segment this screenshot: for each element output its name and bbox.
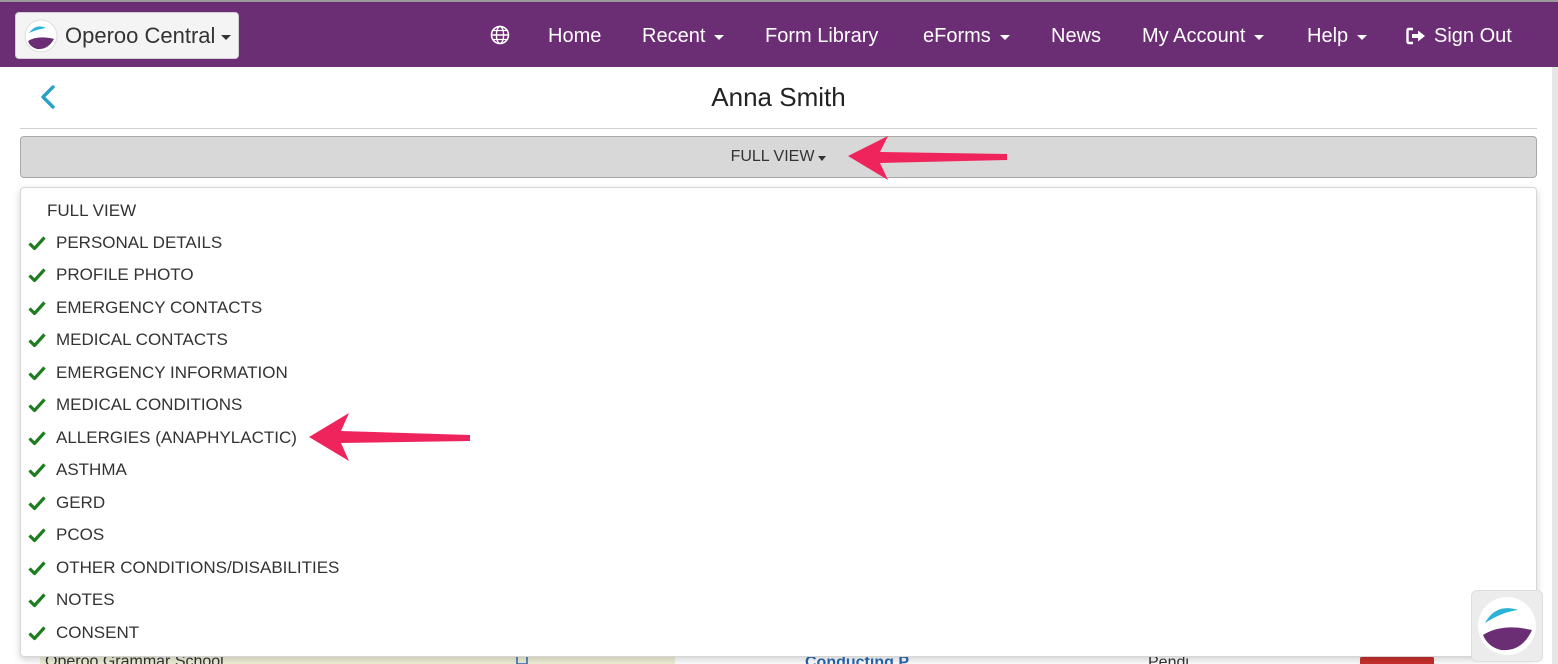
menu-item-label: MEDICAL CONTACTS <box>56 330 228 349</box>
nav-help[interactable]: Help <box>1307 22 1368 50</box>
check-icon <box>28 561 46 576</box>
nav-home[interactable]: Home <box>548 22 601 50</box>
menu-item-pcos[interactable]: PCOS <box>21 520 1536 550</box>
menu-item-allergies[interactable]: ALLERGIES (ANAPHYLACTIC) <box>21 423 1536 453</box>
nav-help-label: Help <box>1307 24 1349 47</box>
nav-news[interactable]: News <box>1051 22 1101 50</box>
nav-form-library-label: Form Library <box>765 24 879 47</box>
menu-item-label: PERSONAL DETAILS <box>56 233 223 252</box>
menu-item-label: NOTES <box>56 590 115 609</box>
menu-item-label: MEDICAL CONDITIONS <box>56 395 243 414</box>
check-icon <box>28 301 46 316</box>
check-icon <box>28 431 46 446</box>
brand-label: Operoo Central <box>65 22 216 48</box>
page-title: Anna Smith <box>711 82 846 112</box>
menu-item-label: EMERGENCY INFORMATION <box>56 363 288 382</box>
menu-item-profile-photo[interactable]: PROFILE PHOTO <box>21 260 1536 290</box>
caret-down-icon <box>1357 34 1368 40</box>
nav-recent-label: Recent <box>642 24 706 47</box>
check-icon <box>28 398 46 413</box>
view-dropdown-menu: FULL VIEW PERSONAL DETAILS PROFILE PHOTO… <box>20 187 1537 657</box>
annotation-arrow-icon <box>309 413 470 461</box>
globe-icon[interactable] <box>490 25 510 45</box>
menu-item-label: CONSENT <box>56 623 140 642</box>
nav-news-label: News <box>1051 24 1102 47</box>
nav-sign-out-label: Sign Out <box>1434 24 1512 47</box>
menu-item-medical-contacts[interactable]: MEDICAL CONTACTS <box>21 325 1536 355</box>
view-toggle-label: FULL VIEW <box>730 148 815 165</box>
menu-item-other-conditions[interactable]: OTHER CONDITIONS/DISABILITIES <box>21 553 1536 583</box>
check-icon <box>28 236 46 251</box>
menu-item-label: PCOS <box>56 525 105 544</box>
nav-eforms[interactable]: eForms <box>923 22 1010 50</box>
menu-item-emergency-information[interactable]: EMERGENCY INFORMATION <box>21 358 1536 388</box>
menu-item-label: ALLERGIES (ANAPHYLACTIC) <box>56 428 297 447</box>
brand-dropdown[interactable]: Operoo Central <box>15 12 239 59</box>
nav-my-account[interactable]: My Account <box>1142 22 1265 50</box>
background-red-button[interactable] <box>1360 656 1434 664</box>
menu-item-label: FULL VIEW <box>47 201 137 220</box>
check-icon <box>28 366 46 381</box>
floating-help-button[interactable] <box>1471 590 1543 662</box>
menu-item-label: PROFILE PHOTO <box>56 265 194 284</box>
caret-down-icon <box>999 34 1010 40</box>
caret-down-icon <box>714 34 725 40</box>
nav-form-library[interactable]: Form Library <box>765 22 878 50</box>
check-icon <box>28 496 46 511</box>
menu-item-notes[interactable]: NOTES <box>21 585 1536 615</box>
profile-header: Anna Smith <box>20 67 1537 129</box>
menu-item-personal-details[interactable]: PERSONAL DETAILS <box>21 228 1536 258</box>
nav-recent[interactable]: Recent <box>642 22 725 50</box>
check-icon <box>28 333 46 348</box>
caret-down-icon <box>221 34 232 40</box>
view-toggle-button[interactable]: FULL VIEW <box>20 136 1537 178</box>
nav-my-account-label: My Account <box>1142 24 1246 47</box>
operoo-logo-icon <box>24 19 58 52</box>
operoo-logo-icon <box>1478 597 1536 655</box>
check-icon <box>28 593 46 608</box>
nav-home-label: Home <box>548 24 602 47</box>
nav-sign-out[interactable]: Sign Out <box>1406 22 1512 50</box>
annotation-arrow-icon <box>848 136 1007 180</box>
menu-item-asthma[interactable]: ASTHMA <box>21 455 1536 485</box>
check-icon <box>28 463 46 478</box>
caret-down-icon <box>818 155 827 161</box>
top-navbar: Operoo Central Home Recent Form Library … <box>0 0 1558 67</box>
menu-item-label: ASTHMA <box>56 460 127 479</box>
menu-item-medical-conditions[interactable]: MEDICAL CONDITIONS <box>21 390 1536 420</box>
nav-eforms-label: eForms <box>923 24 991 47</box>
menu-item-emergency-contacts[interactable]: EMERGENCY CONTACTS <box>21 293 1536 323</box>
sign-out-icon <box>1406 27 1425 45</box>
menu-item-gerd[interactable]: GERD <box>21 488 1536 518</box>
menu-item-full-view[interactable]: FULL VIEW <box>21 196 1536 226</box>
menu-item-label: EMERGENCY CONTACTS <box>56 298 263 317</box>
menu-item-consent[interactable]: CONSENT <box>21 618 1536 648</box>
menu-item-label: GERD <box>56 493 106 512</box>
check-icon <box>28 528 46 543</box>
check-icon <box>28 268 46 283</box>
scrollbar[interactable] <box>1552 67 1558 664</box>
check-icon <box>28 626 46 641</box>
caret-down-icon <box>1254 34 1265 40</box>
menu-item-label: OTHER CONDITIONS/DISABILITIES <box>56 558 340 577</box>
